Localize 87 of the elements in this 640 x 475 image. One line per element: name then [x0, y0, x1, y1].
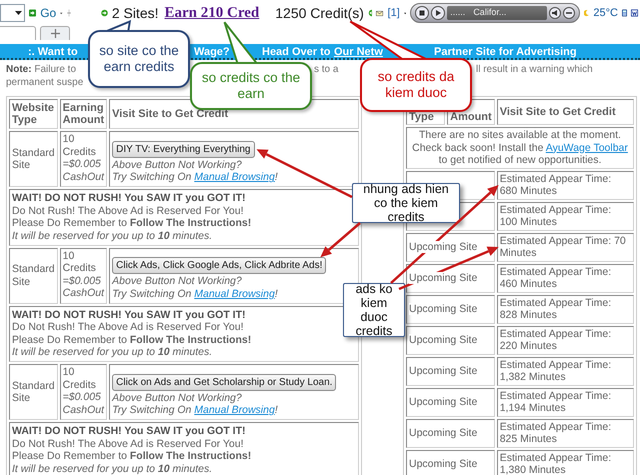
- ad-button[interactable]: DIY TV: Everything Everything: [112, 140, 254, 158]
- banner-text: Wage?: [194, 45, 230, 58]
- notice-title: WAIT! DO NOT RUSH! You SAW IT you GOT IT!: [12, 425, 247, 438]
- site-type: Upcoming Site: [409, 240, 478, 253]
- caret-icon: [15, 11, 22, 15]
- notice-text: Do Not Rush! The Above Ad is Reserved For You!: [12, 204, 245, 218]
- ad-button[interactable]: Click Ads, Click Google Ads, Click Adbrite Ads!: [112, 257, 326, 274]
- notice-footer: It will be reserved for you up to 10 minutes.: [12, 230, 356, 242]
- appear-time: Estimated Appear Time: 100 Minutes: [496, 202, 634, 230]
- banner-text: Head Over to: [262, 45, 330, 58]
- appear-time: Estimated Appear Time: 220 Minutes: [496, 326, 634, 354]
- speech-bubble: so credits da kiem duoc: [360, 58, 472, 112]
- appear-time: Estimated Appear Time: 460 Minutes: [496, 264, 634, 292]
- appear-time: Estimated Appear Time: 1,382 Minutes: [496, 356, 634, 386]
- caret-icon[interactable]: [60, 12, 63, 14]
- track-field[interactable]: ...... Califor...: [447, 6, 548, 20]
- appear-time: Estimated Appear Time: 1,380 Minutes: [496, 450, 634, 475]
- column-header: Earning Amount: [60, 99, 108, 130]
- site-type: Standard Site: [9, 248, 58, 304]
- notice-title: WAIT! DO NOT RUSH! You SAW IT you GOT IT!: [12, 192, 247, 205]
- plus-icon: [50, 29, 60, 38]
- manual-browsing-link[interactable]: Manual Browsing: [194, 171, 275, 184]
- callout-box: nhung ads hien co the kiem credits: [352, 183, 460, 223]
- cashout-value: =$0.005 CashOut: [62, 391, 104, 416]
- track-dots: ......: [450, 6, 466, 20]
- sites-count: 2 Sites!: [112, 4, 159, 22]
- ad-button[interactable]: Click on Ads and Get Scholarship or Study Loan.: [112, 374, 336, 391]
- track-title: Califor...: [473, 6, 506, 20]
- column-header: Website Type: [9, 99, 58, 130]
- toolbar-link[interactable]: AyuWage Toolbar: [546, 142, 628, 154]
- column-header: Visit Site to Get Credit: [496, 99, 634, 125]
- note-text: permanent suspe: [6, 76, 84, 89]
- help-text: Try Switching On Manual Browsing!: [112, 404, 279, 417]
- moon-icon: [584, 7, 590, 19]
- site-type: Upcoming Site: [409, 426, 478, 439]
- notice-text: Please Do Remember to Follow The Instructions!: [12, 217, 252, 230]
- appear-time: Estimated Appear Time: 70 Minutes: [496, 232, 634, 262]
- callout-box: ads ko kiem duoc credits: [343, 283, 405, 337]
- notice-footer: It will be reserved for you up to 10 minutes.: [12, 462, 356, 475]
- temperature: 25°C: [593, 6, 618, 21]
- note-text: ll result in a warning which: [476, 63, 593, 76]
- site-type: Upcoming Site: [409, 458, 478, 470]
- site-type: Upcoming Site: [409, 272, 478, 284]
- credits-count: 1250 Credit(s): [275, 4, 364, 23]
- appear-time: Estimated Appear Time: 680 Minutes: [496, 170, 634, 200]
- note-text: Note: Failure to: [6, 63, 76, 76]
- new-tab-button[interactable]: [40, 26, 70, 40]
- notice-text: Do Not Rush! The Above Ad is Reserved For You!: [12, 321, 245, 334]
- caret-icon[interactable]: [404, 12, 406, 14]
- volume-icon[interactable]: [549, 7, 562, 19]
- address-field[interactable]: [0, 4, 26, 22]
- help-text: Above Button Not Working?: [112, 392, 243, 404]
- minus-icon[interactable]: [563, 7, 576, 19]
- cashout-value: =$0.005 CashOut: [62, 158, 104, 184]
- help-text: Above Button Not Working?: [112, 158, 243, 172]
- appear-time: Estimated Appear Time: 1,194 Minutes: [496, 388, 634, 416]
- appear-time: Estimated Appear Time: 825 Minutes: [496, 418, 634, 448]
- help-text: Try Switching On Manual Browsing!: [112, 171, 279, 184]
- notice-footer: It will be reserved for you up to 10 minutes.: [12, 346, 356, 359]
- site-type: Upcoming Site: [409, 364, 478, 377]
- site-type: Upcoming Site: [409, 334, 478, 346]
- earn-link[interactable]: Earn 210 Cred: [164, 2, 260, 24]
- mail-count[interactable]: [1]: [388, 4, 400, 22]
- site-type: Upcoming Site: [409, 302, 478, 315]
- site-type: Standard Site: [9, 364, 58, 420]
- notice-text: Please Do Remember to Follow The Instructions!: [12, 450, 252, 463]
- manual-browsing-link[interactable]: Manual Browsing: [194, 288, 275, 300]
- arrow: [320, 222, 361, 258]
- no-sites-message: There are no sites available at the moment. Check back soon! Install the AyuWage Toolbar to get notified of new opportunities.: [406, 127, 634, 168]
- cashout-value: =$0.005 CashOut: [62, 274, 104, 300]
- manual-browsing-link[interactable]: Manual Browsing: [194, 404, 275, 416]
- appear-time: Estimated Appear Time: 828 Minutes: [496, 294, 634, 324]
- notice-text: Please Do Remember to Follow The Instructions!: [12, 334, 252, 346]
- play-icon[interactable]: [431, 6, 446, 20]
- go-button[interactable]: Go: [40, 4, 56, 22]
- notice-title: WAIT! DO NOT RUSH! You SAW IT you GOT IT!: [12, 308, 247, 322]
- notice-text: Do Not Rush! The Above Ad is Reserved For You!: [12, 438, 245, 450]
- site-type: Upcoming Site: [409, 396, 478, 408]
- earning-amount: 10 Credits: [62, 250, 97, 275]
- earning-amount: 10 Credits: [62, 133, 97, 158]
- earning-amount: 10 Credits: [62, 366, 97, 391]
- note-text: s to a: [314, 63, 338, 76]
- site-type: Standard Site: [9, 131, 58, 188]
- banner-text: :. Want to: [28, 45, 78, 58]
- stop-icon[interactable]: [415, 6, 430, 20]
- help-text: Above Button Not Working?: [112, 275, 243, 288]
- banner-text: Partner Site for Advertising: [434, 45, 577, 58]
